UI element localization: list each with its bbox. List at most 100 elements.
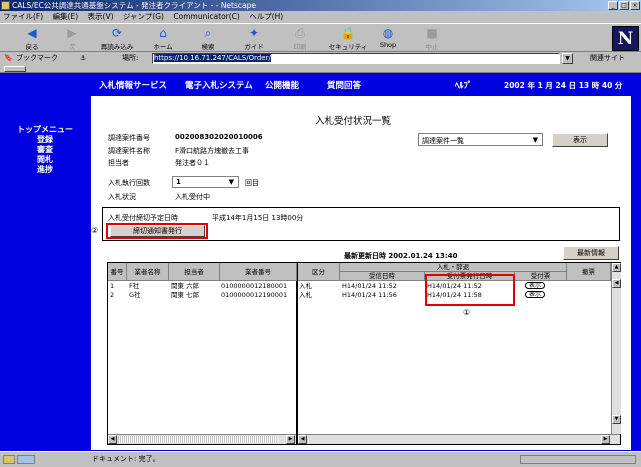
side-menu-review[interactable]: 審査	[0, 145, 90, 155]
netscape-logo[interactable]: N	[612, 26, 639, 51]
status-text: ドキュメント: 完了。	[92, 455, 160, 463]
menu-edit[interactable]: 編集(E)	[53, 12, 79, 21]
bookmarks-button[interactable]: ブックマーク	[16, 52, 58, 65]
menu-file[interactable]: ファイル(F)	[3, 12, 43, 21]
case-list-select[interactable]: 調達案件一覧 ▼	[418, 133, 543, 146]
shop-icon: ◍	[382, 26, 394, 40]
url-text: https://10.16.71.247/CALS/Order/	[154, 54, 271, 62]
header-kubun: 区分	[298, 263, 340, 281]
chevron-down-icon: ▼	[532, 136, 538, 144]
display-button[interactable]: 表示	[552, 133, 608, 147]
field-label-case-name: 調達案件名称	[108, 147, 150, 155]
url-dropdown-icon[interactable]: ▼	[562, 53, 573, 64]
side-menu-open[interactable]: 閲札	[0, 155, 90, 165]
maximize-button[interactable]: □	[619, 1, 629, 10]
status-bar: ドキュメント: 完了。	[0, 451, 641, 466]
right-horizontal-scrollbar[interactable]: ◀ ▶	[298, 434, 620, 444]
forward-button[interactable]: ▶ 次	[50, 26, 94, 51]
stop-icon: ■	[426, 26, 438, 40]
navigation-toolbar: ◀ 戻る ▶ 次 ⟳ 再読み込み ⌂ ホーム ⌕ 検索 ✦ ガイド ⎙ 印刷 🔒 セキュリティ …	[0, 23, 641, 52]
stop-label: 中止	[425, 43, 439, 51]
refresh-button[interactable]: 最新情報	[563, 246, 619, 260]
nav-public[interactable]: 公開機能	[265, 76, 299, 96]
left-horizontal-scrollbar[interactable]: ◀ ▶	[108, 434, 296, 444]
minimize-button[interactable]: _	[608, 1, 618, 10]
close-button[interactable]: ×	[630, 1, 640, 10]
related-sites-button[interactable]: 関連サイト	[590, 52, 625, 65]
location-icon: ⚓	[80, 54, 87, 62]
field-value-case-name: F滑口航路方塊撤去工事	[175, 147, 250, 155]
search-icon: ⌕	[204, 26, 212, 40]
shop-button[interactable]: ◍ Shop	[366, 26, 410, 49]
back-label: 戻る	[25, 43, 39, 51]
row2-received: H14/01/24 11:56	[342, 291, 397, 299]
reload-button[interactable]: ⟳ 再読み込み	[95, 26, 139, 51]
round-select[interactable]: 1 ▼	[172, 176, 239, 188]
security-lock-icon[interactable]	[3, 455, 15, 464]
print-label: 印刷	[293, 43, 307, 51]
field-value-person: 発注者０１	[175, 159, 210, 167]
url-input[interactable]: https://10.16.71.247/CALS/Order/	[152, 53, 560, 64]
round-chevron-down-icon: ▼	[228, 178, 234, 186]
security-label: セキュリティ	[328, 43, 368, 51]
collapse-tab[interactable]	[4, 66, 26, 72]
round-select-value: 1	[176, 178, 181, 186]
header-company: 業者名称	[127, 263, 169, 281]
row1-receipt-button[interactable]: 表示	[525, 282, 545, 289]
stop-button[interactable]: ■ 中止	[410, 26, 454, 51]
side-menu: トップメニュー 登録 審査 閲札 進捗	[0, 125, 90, 175]
guide-button[interactable]: ✦ ガイド	[232, 26, 276, 51]
marker-2: ②	[91, 226, 99, 235]
side-menu-register[interactable]: 登録	[0, 135, 90, 145]
nav-e-bidding[interactable]: 電子入札システム	[185, 76, 253, 96]
row2-kubun: 入札	[299, 291, 312, 299]
scroll-right-icon-2[interactable]: ▶	[601, 435, 610, 444]
print-button[interactable]: ⎙ 印刷	[278, 26, 322, 51]
page-title: 入札受付状況一覧	[315, 116, 392, 127]
security-button[interactable]: 🔒 セキュリティ	[326, 26, 370, 51]
nav-bid-info[interactable]: 入札情報サービス	[99, 76, 167, 96]
highlight-box-2	[106, 223, 208, 239]
deadline-value: 平成14年1月15日 13時00分	[212, 214, 304, 222]
location-bar: 🔖 ブックマーク ⚓ 場所: https://10.16.71.247/CALS…	[0, 52, 641, 65]
scroll-left-icon-2[interactable]: ◀	[298, 435, 307, 444]
home-button[interactable]: ⌂ ホーム	[141, 26, 185, 51]
row1-kubun: 入札	[299, 282, 312, 290]
home-label: ホーム	[153, 43, 173, 51]
menu-help[interactable]: ヘルプ(H)	[249, 12, 283, 21]
guide-label: ガイド	[244, 43, 264, 51]
guide-icon: ✦	[248, 26, 260, 40]
window-title-bar: CALS/EC公共調達共通基盤システム - 発注者クライアント - - Nets…	[0, 0, 641, 11]
scroll-thumb-marker-icon[interactable]: ◀	[612, 279, 621, 288]
header-vendor-no: 業者番号	[220, 263, 297, 281]
row2-vendor-no: 0100000012190001	[221, 291, 288, 299]
menu-view[interactable]: 表示(V)	[88, 12, 114, 21]
field-label-case-no: 調達案件番号	[108, 134, 150, 142]
menu-go[interactable]: ジャンプ(G)	[123, 12, 164, 21]
scroll-right-icon[interactable]: ▶	[286, 435, 295, 444]
scroll-down-icon[interactable]: ▼	[612, 415, 621, 424]
nav-qa[interactable]: 質問回答	[327, 76, 361, 96]
nav-help[interactable]: ﾍﾙﾌﾟ	[455, 76, 472, 96]
row2-receipt-button[interactable]: 表示	[525, 291, 545, 298]
row2-no: 2	[110, 291, 115, 299]
round-label: 入札執行回数	[108, 179, 150, 187]
search-label: 検索	[201, 43, 215, 51]
row2-company: G社	[129, 291, 141, 299]
window-title: CALS/EC公共調達共通基盤システム - 発注者クライアント - - Nets…	[12, 1, 256, 10]
back-button[interactable]: ◀ 戻る	[10, 26, 54, 51]
menu-bar: ファイル(F) 編集(E) 表示(V) ジャンプ(G) Communicator…	[0, 11, 641, 23]
home-icon: ⌂	[159, 26, 167, 40]
search-button[interactable]: ⌕ 検索	[186, 26, 230, 51]
scroll-thumb[interactable]	[118, 436, 278, 443]
app-icon	[1, 1, 10, 10]
component-bar	[520, 455, 636, 464]
scroll-up-icon[interactable]: ▲	[612, 263, 621, 272]
menu-communicator[interactable]: Communicator(C)	[173, 12, 239, 21]
lock-icon: 🔒	[340, 26, 356, 40]
side-menu-title[interactable]: トップメニュー	[0, 125, 90, 135]
right-vertical-scrollbar[interactable]: ▲ ◀ ▼	[611, 263, 621, 434]
side-menu-progress[interactable]: 進捗	[0, 165, 90, 175]
reload-label: 再読み込み	[100, 43, 134, 51]
scroll-left-icon[interactable]: ◀	[108, 435, 117, 444]
